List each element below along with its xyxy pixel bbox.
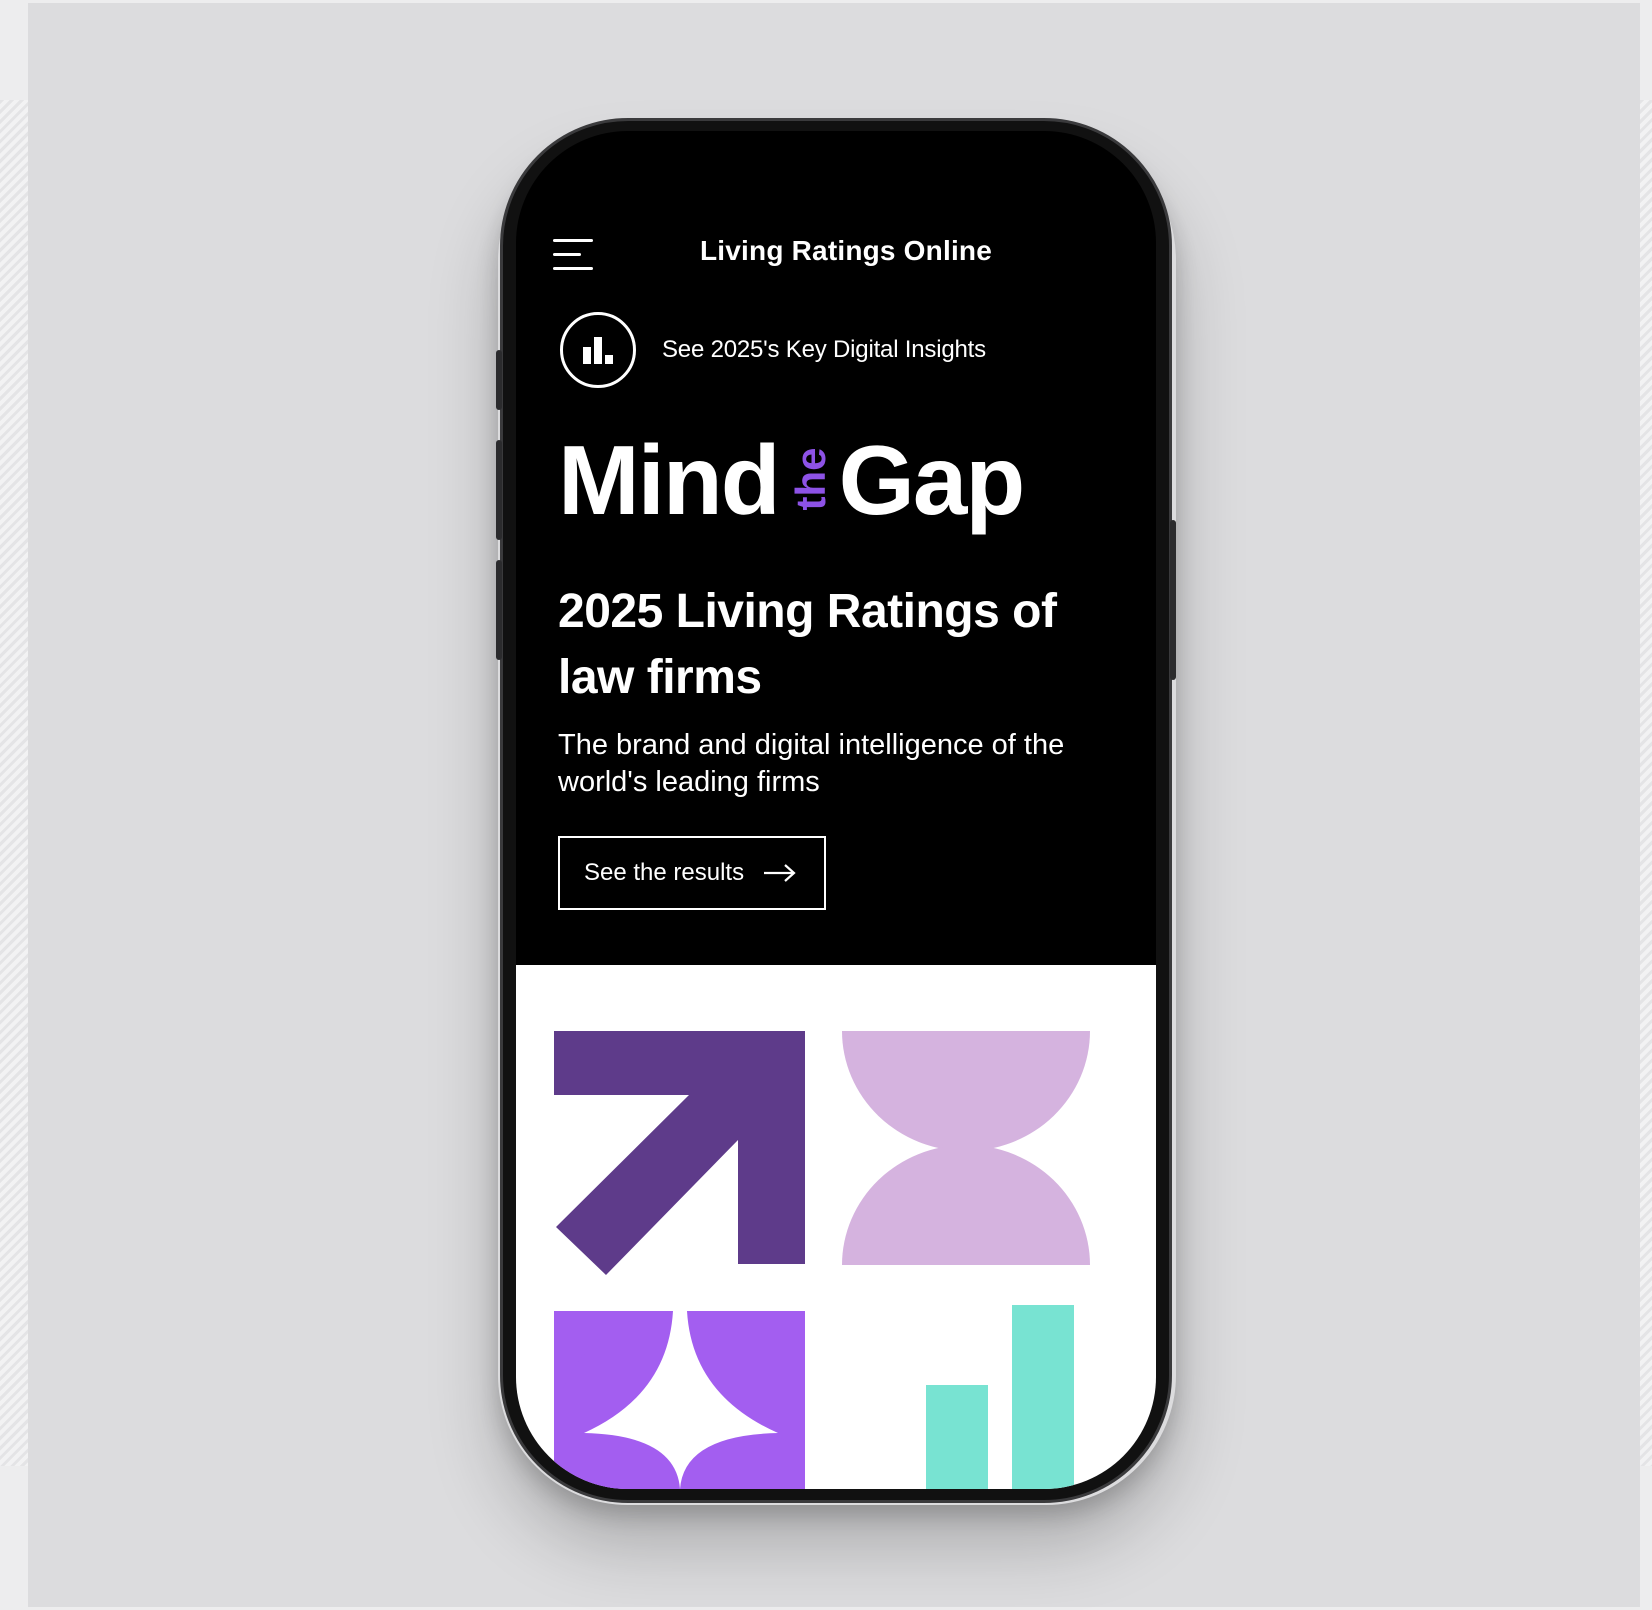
hatch-left-edge	[0, 100, 28, 1466]
hero-word-the: the	[786, 447, 834, 511]
arrow-up-right-shape	[554, 1031, 805, 1275]
page-subheadline: The brand and digital intelligence of th…	[558, 729, 1065, 798]
artwork-panel	[516, 965, 1156, 1489]
hourglass-shape	[842, 1031, 1090, 1265]
arches-shape	[554, 1311, 805, 1489]
teal-bar-tall	[1012, 1305, 1074, 1489]
see-results-button[interactable]: See the results	[558, 836, 826, 910]
arrow-right-icon	[764, 864, 796, 882]
hero-word-mind: Mind	[558, 425, 781, 535]
hero-word-gap: Gap	[838, 425, 1026, 535]
photo-background: Living Ratings Online See 2025's Key Dig…	[0, 0, 1652, 1610]
page-headline: 2025 Living Ratings of law firms	[558, 585, 1057, 704]
hero-title: Mind the Gap	[558, 425, 1026, 535]
phone-button-left-top	[496, 350, 502, 410]
hero-word-the-wrapper: the	[786, 429, 834, 529]
teal-bar-short	[926, 1385, 988, 1489]
phone-screen: Living Ratings Online See 2025's Key Dig…	[516, 131, 1156, 1489]
insights-banner-link[interactable]: See 2025's Key Digital Insights	[560, 308, 986, 392]
bar-chart-icon	[560, 312, 636, 388]
phone-button-left-mid	[496, 440, 502, 540]
insights-banner-text: See 2025's Key Digital Insights	[662, 336, 986, 363]
see-results-label: See the results	[584, 859, 745, 886]
phone-button-right	[1170, 520, 1176, 680]
hatch-right-edge	[1640, 100, 1652, 1466]
app-title: Living Ratings Online	[700, 235, 992, 266]
phone-button-left-low	[496, 560, 502, 660]
